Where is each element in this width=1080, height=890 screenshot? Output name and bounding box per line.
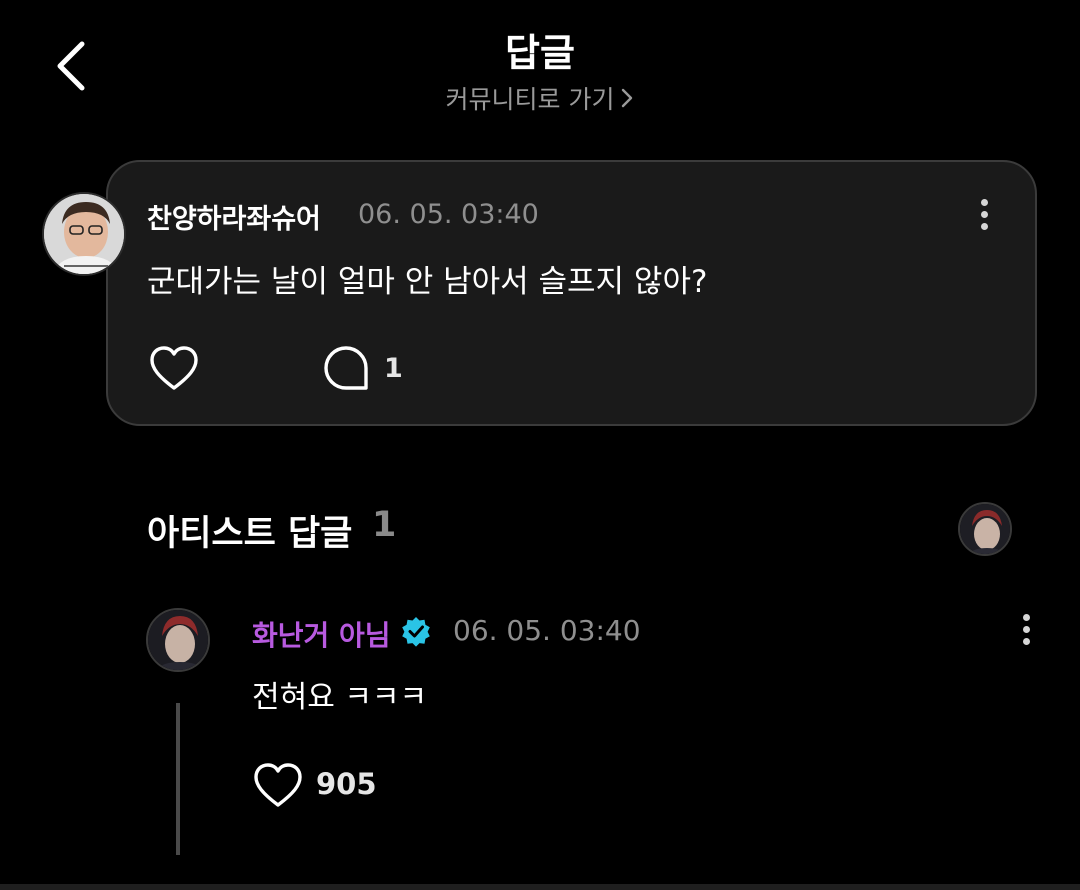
post-author-name[interactable]: 찬양하라좌슈어 bbox=[147, 197, 321, 236]
reply-like-count: 905 bbox=[316, 767, 377, 801]
reply-count: 1 bbox=[384, 353, 403, 384]
artist-avatar[interactable] bbox=[958, 502, 1012, 556]
more-vertical-icon bbox=[980, 198, 988, 230]
reply-more-button[interactable] bbox=[1011, 607, 1041, 651]
post-like-button[interactable] bbox=[148, 344, 200, 394]
artist-replies-heading: 아티스트 답글 bbox=[147, 514, 353, 554]
reply-timestamp: 06. 05. 03:40 bbox=[453, 614, 641, 647]
thread-line bbox=[176, 703, 180, 855]
post-timestamp: 06. 05. 03:40 bbox=[358, 199, 539, 230]
community-link[interactable]: 커뮤니티로 가기 bbox=[0, 80, 1080, 116]
avatar[interactable] bbox=[42, 192, 126, 276]
page-title: 답글 bbox=[505, 31, 575, 75]
reply-text: 전혀요 ㅋㅋㅋ bbox=[252, 680, 428, 715]
bottom-divider bbox=[0, 884, 1080, 890]
more-vertical-icon bbox=[1022, 613, 1030, 645]
heart-icon bbox=[254, 763, 302, 807]
reply-author-avatar[interactable] bbox=[146, 608, 210, 672]
reply-like-button[interactable] bbox=[252, 761, 304, 811]
post-more-button[interactable] bbox=[969, 192, 999, 236]
post-text: 군대가는 날이 얼마 안 남아서 슬프지 않아? bbox=[147, 264, 708, 300]
reply-author-name[interactable]: 화난거 아님 bbox=[252, 614, 391, 654]
artist-replies-count: 1 bbox=[372, 505, 397, 545]
post-reply-button[interactable] bbox=[322, 344, 370, 394]
chevron-right-icon bbox=[620, 86, 634, 115]
community-link-label: 커뮤니티로 가기 bbox=[445, 85, 615, 114]
verified-badge-icon bbox=[400, 615, 432, 647]
heart-icon bbox=[150, 346, 198, 390]
speech-bubble-icon bbox=[324, 346, 368, 390]
